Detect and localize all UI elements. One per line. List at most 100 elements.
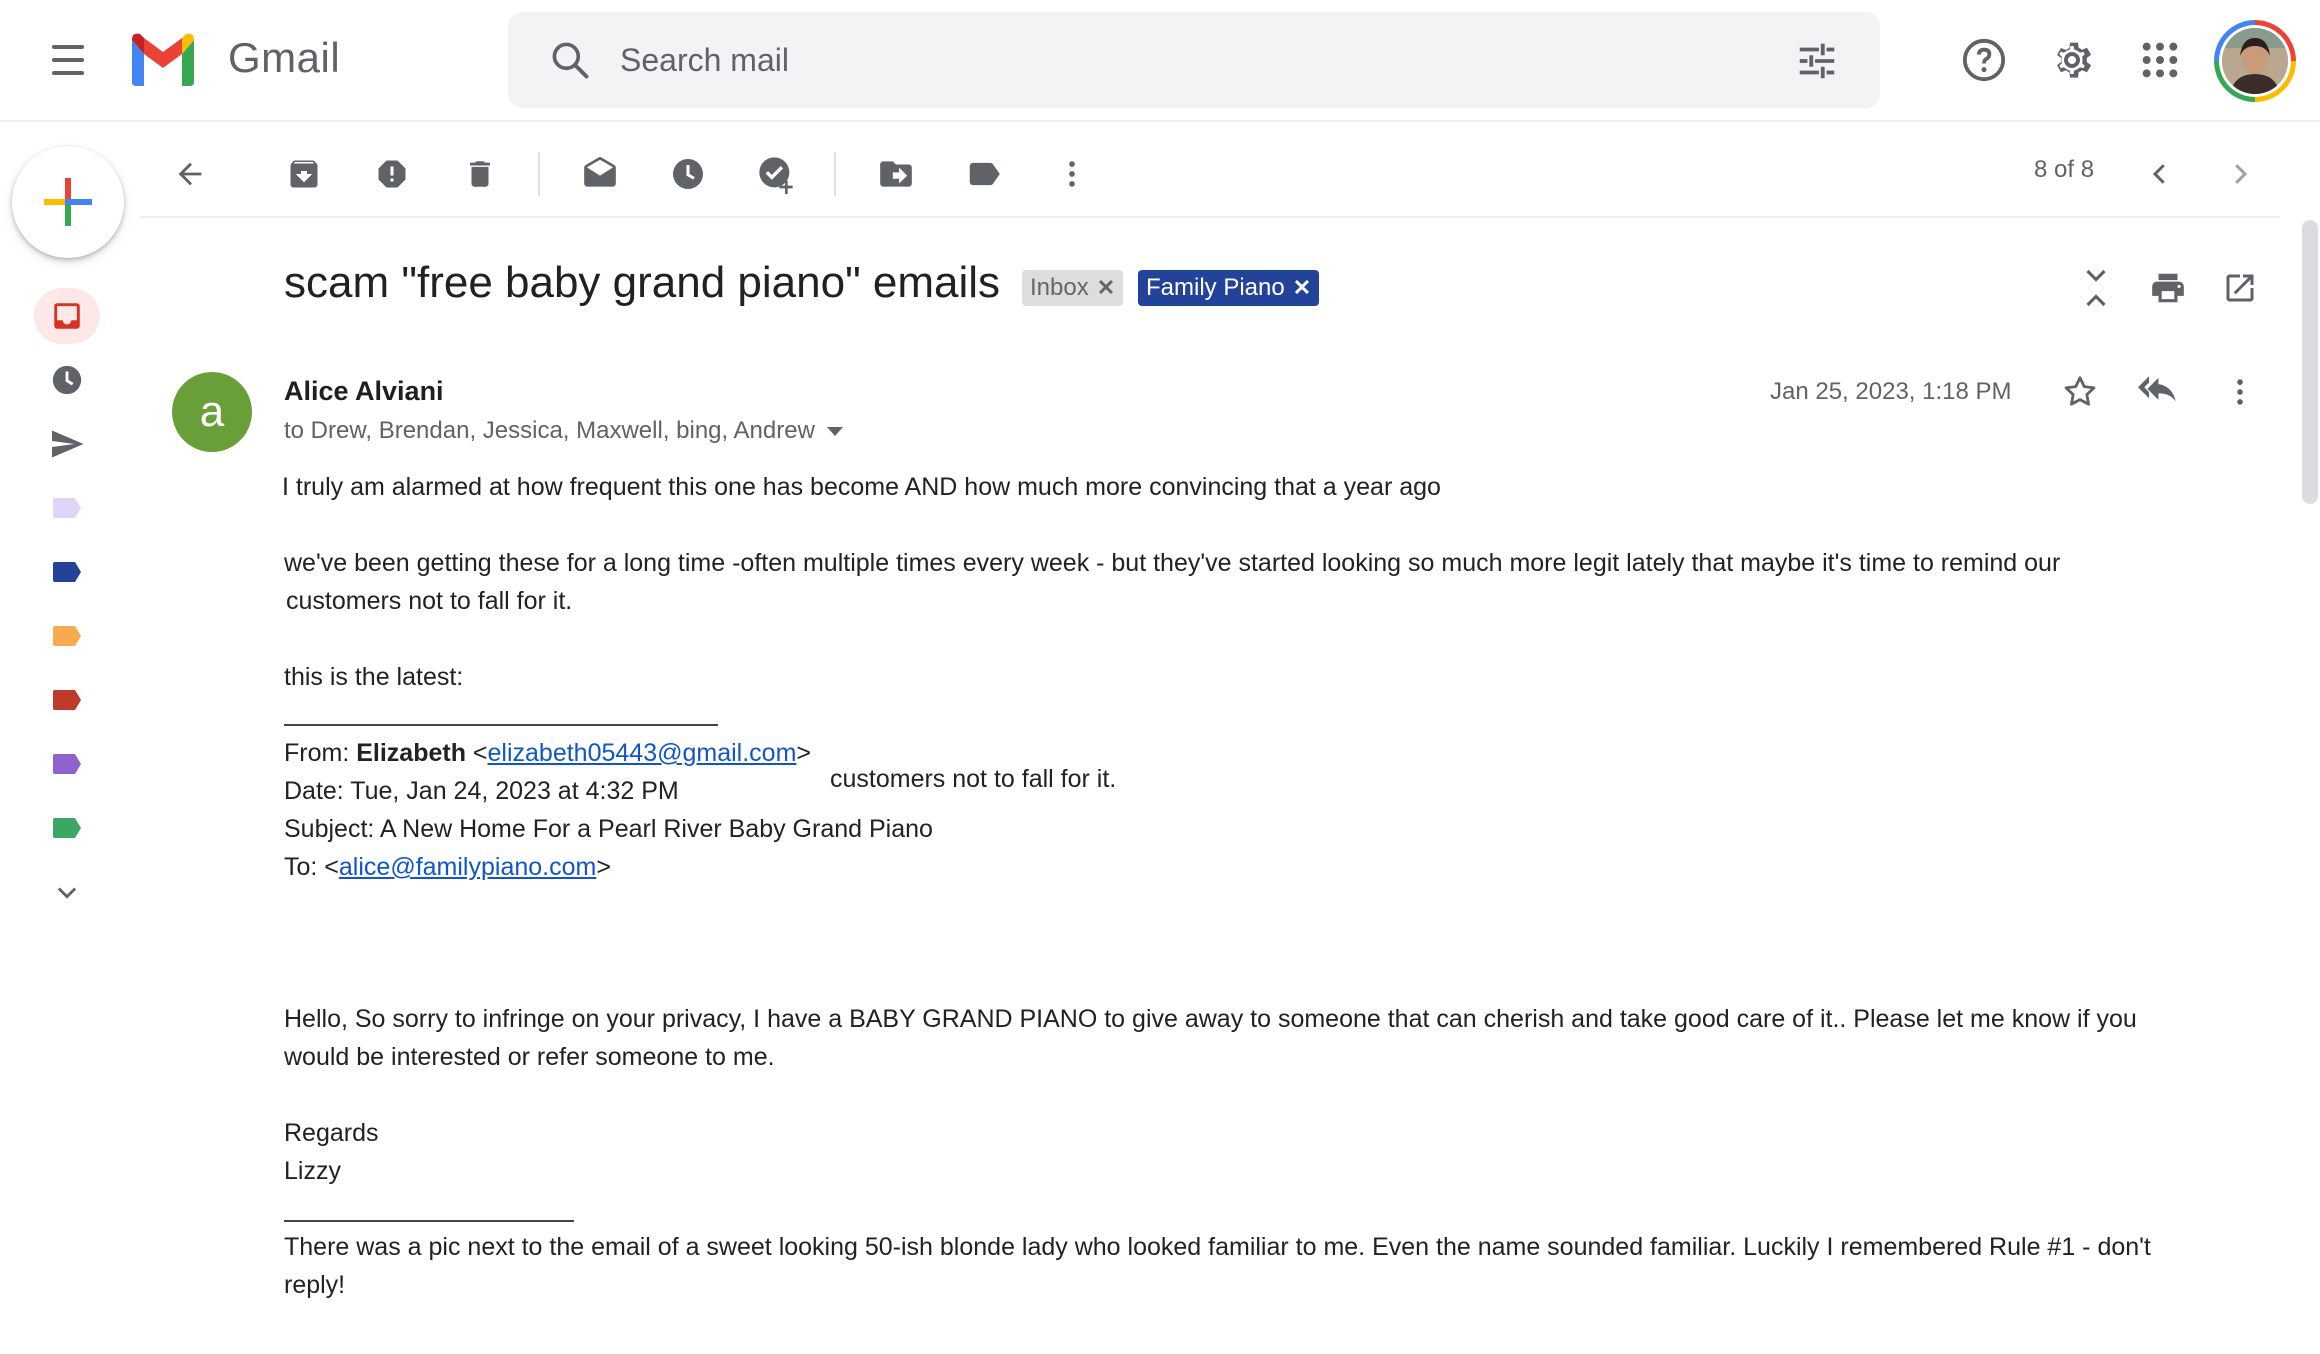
- forward-from-email-link[interactable]: elizabeth05443@gmail.com: [488, 739, 797, 767]
- labels-button[interactable]: [956, 146, 1012, 202]
- sidebar-more-button[interactable]: [34, 864, 100, 920]
- thread-subject: scam "free baby grand piano" emails: [284, 258, 1001, 307]
- unfold-icon: [2086, 269, 2106, 307]
- trash-icon: [470, 161, 490, 187]
- recipients-line[interactable]: to Drew, Brendan, Jessica, Maxwell, bing…: [284, 417, 843, 445]
- reply-all-icon: [2138, 376, 2176, 402]
- help-icon[interactable]: [1954, 30, 2014, 90]
- forward-to-email-link[interactable]: alice@familypiano.com: [339, 853, 596, 881]
- label-icon: [53, 626, 81, 646]
- scam-signoff: Lizzy: [284, 1157, 341, 1185]
- body-intro: I truly am alarmed at how frequent this …: [282, 473, 1441, 501]
- scam-regards: Regards: [284, 1119, 379, 1147]
- inbox-icon: [54, 303, 80, 329]
- archive-icon: [290, 160, 318, 188]
- forward-divider: [284, 724, 718, 726]
- scam-message-line: Hello, So sorry to infringe on your priv…: [284, 1005, 2137, 1033]
- mark-unread-button[interactable]: [572, 146, 628, 202]
- print-icon: [2152, 273, 2184, 303]
- add-task-icon: [759, 157, 793, 194]
- message-date: Jan 25, 2023, 1:18 PM: [1770, 378, 2012, 405]
- arrow-back-icon: [178, 162, 202, 186]
- sidebar-label-3[interactable]: [34, 608, 100, 664]
- search-icon[interactable]: [548, 38, 592, 82]
- sidebar-item-snoozed[interactable]: [34, 352, 100, 408]
- label-icon: [53, 562, 81, 582]
- compose-button[interactable]: [12, 146, 124, 258]
- gmail-logo[interactable]: [126, 30, 200, 88]
- account-avatar[interactable]: [2214, 20, 2296, 102]
- move-to-icon: [880, 161, 912, 187]
- app-name: Gmail: [228, 34, 341, 81]
- report-icon: [378, 160, 406, 188]
- label-chip-text: Inbox: [1030, 274, 1089, 301]
- label-chip-family-piano: Family Piano ✕: [1138, 270, 1320, 306]
- toolbar-divider: [538, 152, 540, 196]
- sidebar-label-5[interactable]: [34, 736, 100, 792]
- sidebar-item-sent[interactable]: [34, 416, 100, 472]
- apps-grid-icon[interactable]: [2130, 30, 2190, 90]
- star-button[interactable]: [2054, 366, 2106, 418]
- search-bar[interactable]: [508, 12, 1880, 108]
- message-more-button[interactable]: [2214, 366, 2266, 418]
- reply-all-button[interactable]: [2134, 366, 2186, 418]
- label-icon: [53, 690, 81, 710]
- remove-label-icon[interactable]: ✕: [1293, 275, 1311, 301]
- delete-button[interactable]: [452, 146, 508, 202]
- newer-button[interactable]: [2132, 146, 2188, 202]
- sidebar-label-1[interactable]: [34, 480, 100, 536]
- archive-button[interactable]: [276, 146, 332, 202]
- sidebar-item-inbox[interactable]: [34, 288, 100, 344]
- report-spam-button[interactable]: [364, 146, 420, 202]
- more-vert-icon: [1069, 161, 1075, 187]
- add-to-tasks-button[interactable]: [748, 146, 804, 202]
- label-icon: [53, 818, 81, 838]
- remove-label-icon[interactable]: ✕: [1097, 275, 1115, 301]
- body-paragraph-line: we've been getting these for a long time…: [284, 549, 2061, 577]
- sender-avatar[interactable]: a: [172, 372, 252, 452]
- open-new-window-button[interactable]: [2214, 262, 2266, 314]
- sender-name[interactable]: Alice Alviani: [284, 376, 444, 407]
- chevron-right-icon: [2235, 164, 2248, 184]
- plus-icon: [44, 178, 92, 226]
- scrollbar-thumb[interactable]: [2302, 220, 2318, 504]
- recipients-text: to Drew, Brendan, Jessica, Maxwell, bing…: [284, 417, 815, 444]
- label-chip-text: Family Piano: [1146, 274, 1285, 301]
- forward-from-name: Elizabeth: [356, 739, 466, 767]
- label-icon: [53, 498, 81, 518]
- label-chip-inbox: Inbox ✕: [1022, 270, 1124, 306]
- message-toolbar: 8 of 8: [140, 130, 2280, 218]
- mark-unread-icon: [584, 156, 616, 187]
- toolbar-divider: [834, 152, 836, 196]
- search-input[interactable]: [620, 32, 1620, 88]
- forward-subject: Subject: A New Home For a Pearl River Ba…: [284, 815, 933, 843]
- forward-from: From: Elizabeth <elizabeth05443@gmail.co…: [284, 739, 812, 767]
- older-button[interactable]: [2212, 146, 2268, 202]
- snooze-button[interactable]: [660, 146, 716, 202]
- sidebar-label-6[interactable]: [34, 800, 100, 856]
- more-options-button[interactable]: [1044, 146, 1100, 202]
- star-icon: [2064, 376, 2096, 406]
- forward-to-label: To:: [284, 853, 325, 881]
- top-bar: Gmail: [0, 0, 2320, 122]
- sidebar-label-2[interactable]: [34, 544, 100, 600]
- chevron-down-icon: [57, 887, 77, 899]
- open-in-new-icon: [2226, 274, 2254, 302]
- caret-down-icon[interactable]: [826, 427, 843, 437]
- send-icon: [52, 430, 84, 458]
- print-all-button[interactable]: [2142, 262, 2194, 314]
- sidebar-label-4[interactable]: [34, 672, 100, 728]
- label-icon: [969, 162, 1000, 186]
- clock-icon: [52, 365, 82, 395]
- closing-divider: [284, 1220, 574, 1222]
- expand-all-button[interactable]: [2070, 262, 2122, 314]
- search-options-icon[interactable]: [1794, 38, 1840, 84]
- back-button[interactable]: [162, 146, 218, 202]
- main-menu-icon[interactable]: [40, 36, 96, 84]
- forward-to: To: <alice@familypiano.com>: [284, 853, 611, 881]
- closing-line: reply!: [284, 1271, 346, 1299]
- forward-from-label: From:: [284, 739, 357, 767]
- move-to-button[interactable]: [868, 146, 924, 202]
- settings-gear-icon[interactable]: [2042, 30, 2102, 90]
- body-latest: this is the latest:: [284, 663, 464, 691]
